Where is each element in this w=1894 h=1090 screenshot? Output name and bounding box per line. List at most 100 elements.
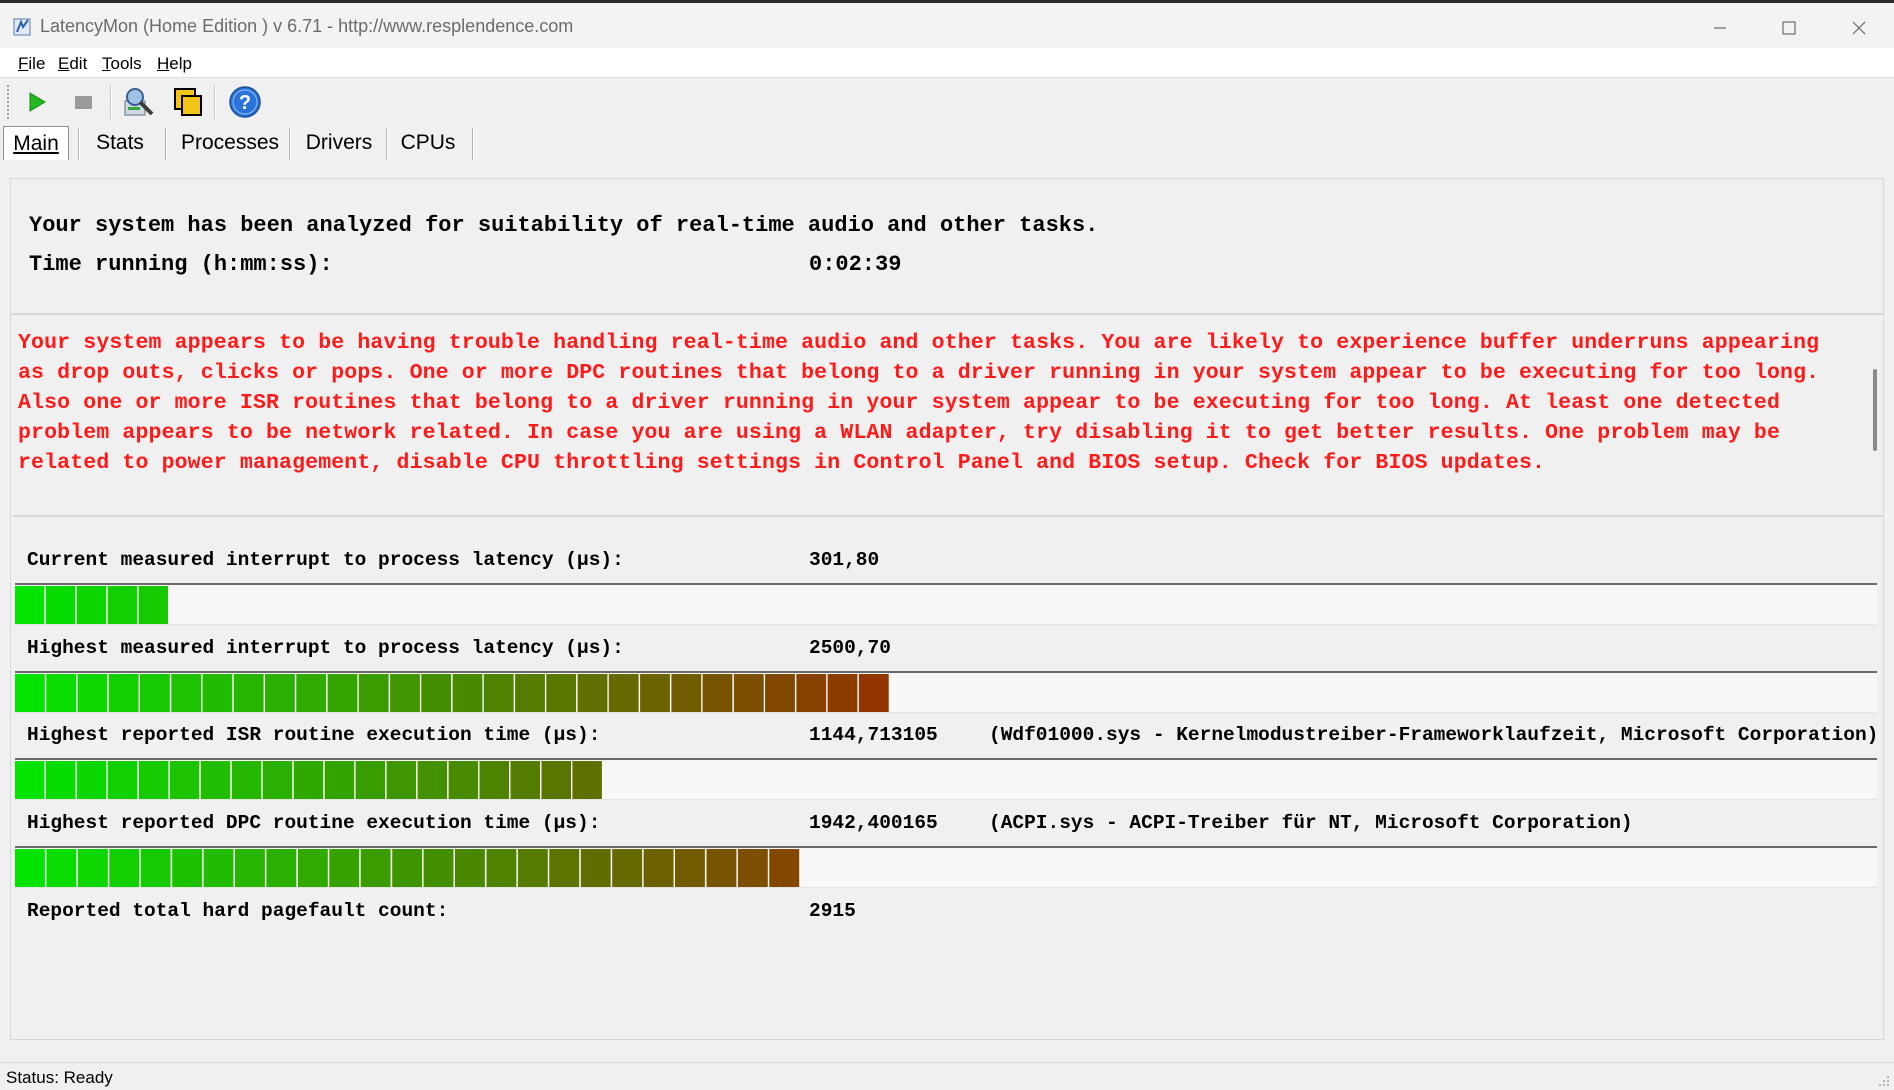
toolbar-grip[interactable]: [7, 85, 10, 119]
menu-tools[interactable]: Tools: [102, 54, 142, 74]
message-scrollbar[interactable]: [1873, 369, 1877, 451]
toolbar-separator: [214, 85, 216, 119]
bar-segment: [358, 674, 389, 712]
dpc-time-value: 1942,400165: [809, 812, 938, 834]
bar-segment: [327, 674, 358, 712]
analyze-icon: [124, 88, 154, 116]
bar-segment: [360, 849, 391, 887]
bar-segment: [675, 849, 705, 887]
close-button[interactable]: [1831, 9, 1887, 47]
title-bar[interactable]: LatencyMon (Home Edition ) v 6.71 - http…: [0, 0, 1894, 48]
start-button[interactable]: [18, 84, 54, 120]
resize-grip-icon[interactable]: [1876, 1073, 1890, 1087]
main-panel: Your system has been analyzed for suitab…: [10, 178, 1884, 1040]
bar-segment: [549, 849, 580, 887]
tab-processes[interactable]: Processes: [175, 126, 285, 160]
bar-segment: [392, 849, 423, 887]
stop-button[interactable]: [65, 84, 101, 120]
app-icon: [13, 18, 31, 36]
bar-segment: [737, 849, 768, 887]
menu-file[interactable]: File: [18, 54, 45, 74]
menu-edit[interactable]: Edit: [58, 54, 87, 74]
bar-segment: [109, 849, 140, 887]
bar-segment: [140, 674, 170, 712]
conclusion-message-box[interactable]: Your system appears to be having trouble…: [13, 319, 1883, 517]
dpc-driver-info: (ACPI.sys - ACPI-Treiber für NT, Microso…: [989, 812, 1633, 834]
bar-segment: [423, 849, 454, 887]
tab-separator: [386, 128, 388, 160]
bar-segment: [706, 849, 737, 887]
bar-segment: [479, 761, 509, 799]
tab-main[interactable]: Main: [3, 126, 69, 160]
isr-driver-info: (Wdf01000.sys - Kernelmodustreiber-Frame…: [989, 724, 1879, 746]
current-latency-label: Current measured interrupt to process la…: [27, 549, 624, 571]
bar-segment: [386, 761, 417, 799]
bar-segment: [15, 849, 45, 887]
current-latency-value: 301,80: [809, 549, 880, 571]
bar-segment: [293, 761, 324, 799]
tab-separator: [472, 128, 474, 160]
highest-latency-bar: [15, 671, 1877, 713]
bar-segment: [702, 674, 733, 712]
stop-icon: [75, 96, 92, 109]
menu-bar: File Edit Tools Help: [0, 48, 1894, 78]
bar-segment: [733, 674, 764, 712]
tab-cpus[interactable]: CPUs: [396, 126, 460, 160]
level-bar-graphic: [15, 586, 168, 624]
bar-segment: [483, 674, 514, 712]
bar-segment: [107, 761, 138, 799]
bar-segment: [296, 674, 327, 712]
bar-segment: [15, 761, 45, 799]
minimize-button[interactable]: [1692, 9, 1748, 47]
conclusion-message: Your system appears to be having trouble…: [18, 331, 1833, 475]
bar-segment: [77, 849, 108, 887]
tab-drivers[interactable]: Drivers: [299, 126, 379, 160]
highest-latency-value: 2500,70: [809, 637, 891, 659]
bar-segment: [355, 761, 386, 799]
bar-segment: [172, 849, 203, 887]
bar-segment: [517, 849, 548, 887]
pagefault-label: Reported total hard pagefault count:: [27, 900, 449, 922]
bar-segment: [77, 674, 108, 712]
level-bar-graphic: [15, 761, 602, 799]
isr-time-label: Highest reported ISR routine execution t…: [27, 724, 601, 746]
bar-segment: [541, 761, 571, 799]
bar-segment: [510, 761, 540, 799]
bar-segment: [140, 849, 171, 887]
analyze-button[interactable]: [121, 84, 157, 120]
bar-segment: [235, 849, 265, 887]
bar-segment: [329, 849, 360, 887]
windows-icon: [174, 88, 202, 116]
bar-segment: [765, 674, 795, 712]
pagefault-value: 2915: [809, 900, 856, 922]
time-running-value: 0:02:39: [809, 252, 902, 277]
tab-separator: [78, 128, 80, 160]
bar-segment: [46, 674, 77, 712]
status-bar: Status: Ready: [0, 1062, 1894, 1090]
bar-segment: [671, 674, 702, 712]
tab-strip: Main Stats Processes Drivers CPUs: [0, 124, 1894, 162]
bar-segment: [455, 849, 485, 887]
bar-segment: [265, 674, 295, 712]
bar-segment: [76, 586, 107, 624]
isr-time-value: 1144,713105: [809, 724, 938, 746]
bar-segment: [608, 674, 639, 712]
bar-segment: [107, 586, 138, 624]
bar-segment: [231, 761, 262, 799]
level-bar-graphic: [15, 849, 800, 887]
bar-segment: [169, 761, 200, 799]
bar-segment: [612, 849, 643, 887]
menu-help[interactable]: Help: [157, 54, 192, 74]
dpc-time-bar: [15, 846, 1877, 888]
toolbar-separator: [110, 85, 112, 119]
tab-stats[interactable]: Stats: [88, 126, 152, 160]
windows-button[interactable]: [170, 84, 206, 120]
bar-segment: [796, 674, 827, 712]
bar-segment: [827, 674, 858, 712]
maximize-button[interactable]: [1761, 9, 1817, 47]
help-button[interactable]: ?: [227, 84, 263, 120]
bar-segment: [572, 761, 602, 799]
status-text: Status: Ready: [6, 1068, 113, 1087]
highest-latency-label: Highest measured interrupt to process la…: [27, 637, 624, 659]
bar-segment: [421, 674, 452, 712]
